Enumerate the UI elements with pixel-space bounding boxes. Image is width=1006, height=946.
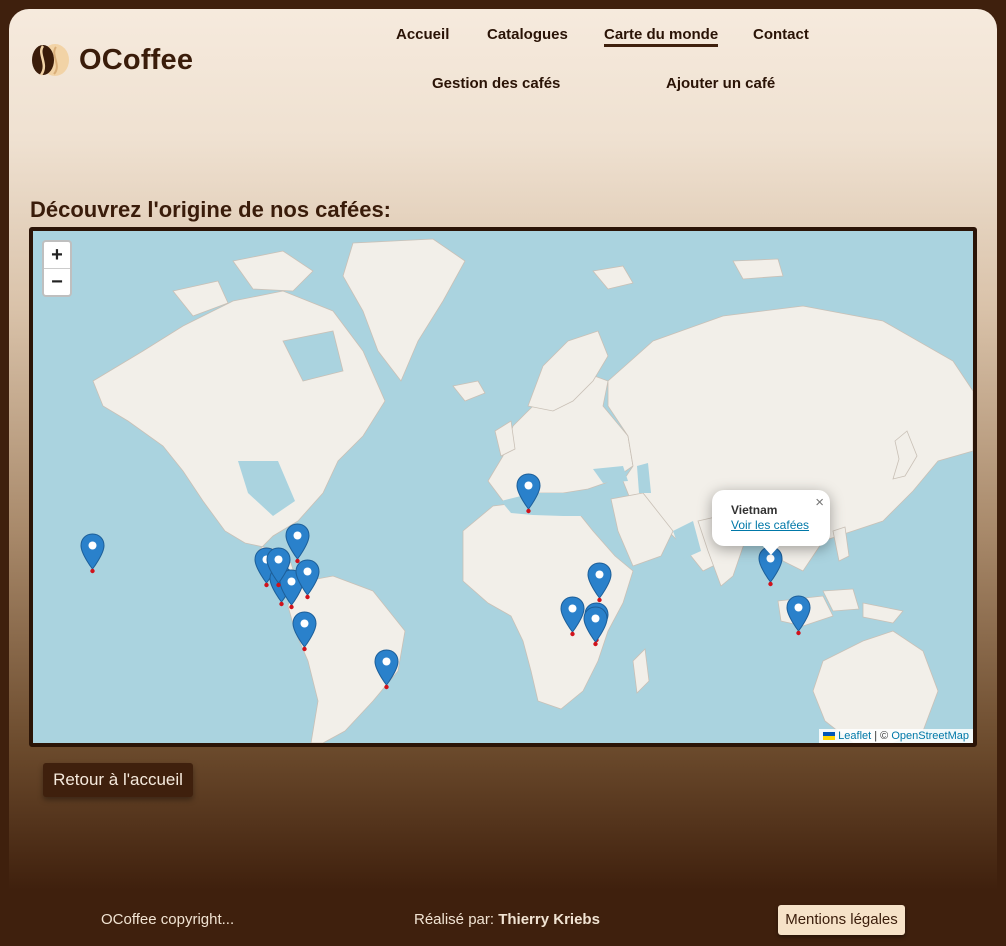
map-pin-icon[interactable] [295, 559, 320, 600]
popup-link[interactable]: Voir les cafées [731, 518, 809, 532]
map-pin-icon[interactable] [587, 562, 612, 603]
map-pin-icon[interactable] [516, 473, 541, 514]
map-pin-icon[interactable] [292, 611, 317, 652]
map-pin-icon[interactable] [374, 649, 399, 690]
map-pin-icon[interactable] [80, 533, 105, 574]
map-pin-icon[interactable] [786, 595, 811, 636]
coffee-bean-icon [32, 44, 69, 76]
legal-notice-button[interactable]: Mentions légales [778, 905, 905, 935]
nav-accueil[interactable]: Accueil [396, 26, 449, 43]
map-pin-icon[interactable] [266, 547, 291, 588]
logo[interactable]: OCoffee [29, 42, 193, 78]
osm-link[interactable]: OpenStreetMap [891, 730, 969, 742]
footer-credit: Réalisé par: Thierry Kriebs [414, 911, 600, 928]
footer-copyright: OCoffee copyright... [101, 911, 235, 928]
nav-gestion-des-cafes[interactable]: Gestion des cafés [432, 75, 560, 92]
popup-tip [762, 545, 780, 555]
map-tiles[interactable] [33, 231, 973, 743]
credit-author: Thierry Kriebs [498, 911, 600, 928]
ukraine-flag-icon [823, 732, 836, 741]
map-pin-icon[interactable] [583, 606, 608, 647]
nav-catalogues[interactable]: Catalogues [487, 26, 568, 43]
zoom-control: + − [42, 240, 72, 297]
brand-name: OCoffee [79, 43, 194, 76]
credit-prefix: Réalisé par: [414, 911, 499, 928]
popup-close-button[interactable]: × [815, 494, 824, 511]
nav-ajouter-un-cafe[interactable]: Ajouter un café [666, 75, 775, 92]
page-panel: OCoffee Accueil Catalogues Carte du mond… [9, 9, 997, 890]
footer: OCoffee copyright... Réalisé par: Thierr… [0, 890, 1006, 946]
nav-contact[interactable]: Contact [753, 26, 809, 43]
map-attribution: Leaflet | © OpenStreetMap [819, 729, 973, 743]
world-map[interactable]: + − × Vietnam Voir les cafées Leaflet | … [29, 227, 977, 747]
map-pin-icon[interactable] [560, 596, 585, 637]
nav-carte-du-monde[interactable]: Carte du monde [604, 26, 719, 47]
page-title: Découvrez l'origine de nos cafées: [30, 197, 392, 222]
zoom-out-button[interactable]: − [44, 268, 70, 295]
zoom-in-button[interactable]: + [44, 242, 70, 268]
leaflet-link[interactable]: Leaflet [838, 730, 871, 742]
popup-title: Vietnam [731, 503, 778, 517]
map-popup: × Vietnam Voir les cafées [712, 490, 830, 555]
back-home-button[interactable]: Retour à l'accueil [43, 763, 193, 797]
attribution-separator: | © [871, 730, 892, 742]
